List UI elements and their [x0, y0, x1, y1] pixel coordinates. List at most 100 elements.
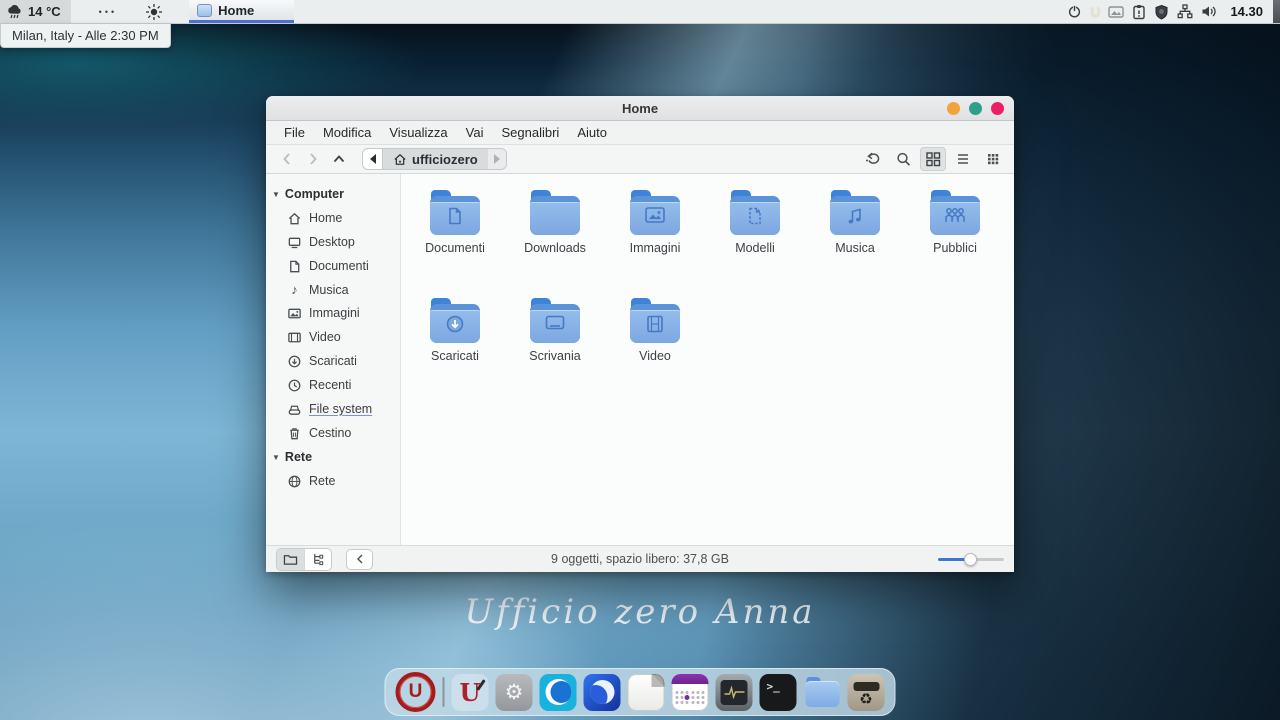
hide-sidebar-button[interactable]: [346, 549, 373, 570]
folder-icon: [530, 190, 580, 235]
power-icon[interactable]: [1067, 4, 1082, 19]
rain-cloud-icon: [6, 4, 23, 19]
file-item-immagini[interactable]: Immagini: [605, 180, 705, 288]
sidebar-item-rete[interactable]: Rete: [266, 469, 400, 493]
list-view-button[interactable]: [950, 147, 976, 171]
tree-panel-button[interactable]: [304, 549, 331, 570]
disk-icon: [287, 402, 302, 417]
ufficiozero-tray-icon[interactable]: U: [1090, 4, 1100, 20]
clipboard-tray-icon[interactable]: [1132, 4, 1146, 20]
folder-icon: [930, 190, 980, 235]
sidebar-section-computer[interactable]: ▼ Computer: [266, 182, 400, 206]
ufficiozero-launcher-icon[interactable]: U: [396, 672, 436, 712]
sidebar-item-video[interactable]: Video: [266, 325, 400, 349]
titlebar[interactable]: Home: [266, 96, 1014, 121]
menu-modifica[interactable]: Modifica: [314, 125, 380, 140]
weather-widget[interactable]: 14 °C: [0, 0, 71, 23]
menu-aiuto[interactable]: Aiuto: [568, 125, 616, 140]
panel-clock[interactable]: 14.30: [1226, 4, 1267, 19]
sidebar-item-home[interactable]: Home: [266, 206, 400, 230]
trash-dock-icon[interactable]: ♻: [848, 674, 885, 711]
brightness-button[interactable]: [131, 0, 177, 23]
folder-icon: [430, 298, 480, 343]
sidebar-item-scaricati[interactable]: Scaricati: [266, 349, 400, 373]
brightness-sun-icon: [145, 3, 163, 21]
desktop-watermark: Ufficio zero Anna: [0, 592, 1280, 632]
download-icon: [287, 354, 302, 369]
sidebar-item-file-system[interactable]: File system: [266, 397, 400, 421]
zoom-thumb[interactable]: [964, 553, 977, 566]
breadcrumb-next-button[interactable]: [488, 149, 506, 169]
document-icon: [287, 259, 302, 274]
picture-icon: [287, 306, 302, 321]
file-item-scrivania[interactable]: Scrivania: [505, 288, 605, 396]
calendar-icon[interactable]: [672, 674, 709, 711]
film-icon: [287, 330, 302, 345]
file-manager-icon[interactable]: [804, 674, 841, 711]
weather-tooltip: Milan, Italy - Alle 2:30 PM: [0, 24, 171, 48]
places-panel-button[interactable]: [277, 549, 304, 570]
sidebar: ▼ Computer Home Desktop Documenti ♪ Musi…: [266, 174, 401, 545]
network-tray-icon[interactable]: [1177, 4, 1193, 19]
settings-icon[interactable]: ⚙: [496, 674, 533, 711]
file-manager-window: Home File Modifica Visualizza Vai Segnal…: [266, 96, 1014, 572]
icon-view-button[interactable]: [920, 147, 946, 171]
file-item-musica[interactable]: Musica: [805, 180, 905, 288]
compact-view-button[interactable]: [980, 147, 1006, 171]
folder-icon: [830, 190, 880, 235]
system-monitor-icon[interactable]: [716, 674, 753, 711]
reload-button[interactable]: [860, 147, 886, 171]
file-item-video[interactable]: Video: [605, 288, 705, 396]
globe-icon: [287, 474, 302, 489]
image-viewer-tray-icon[interactable]: [1108, 5, 1124, 19]
maximize-button[interactable]: [969, 102, 982, 115]
minimize-button[interactable]: [947, 102, 960, 115]
file-item-downloads[interactable]: Downloads: [505, 180, 605, 288]
close-button[interactable]: [991, 102, 1004, 115]
browser-icon[interactable]: [540, 674, 577, 711]
mail-icon[interactable]: [584, 674, 621, 711]
sidebar-item-musica[interactable]: ♪ Musica: [266, 278, 400, 301]
zoom-slider[interactable]: [938, 552, 1004, 566]
file-item-documenti[interactable]: Documenti: [405, 180, 505, 288]
top-panel: 14 °C ••• Home U: [0, 0, 1280, 24]
file-view[interactable]: Documenti Downloads Immagini Mod: [401, 174, 1014, 545]
system-tray: U 14.30: [1067, 0, 1273, 23]
terminal-icon[interactable]: >_: [760, 674, 797, 711]
panel-edge-handle[interactable]: [1273, 0, 1280, 23]
menu-visualizza[interactable]: Visualizza: [380, 125, 456, 140]
file-item-pubblici[interactable]: Pubblici: [905, 180, 1005, 288]
folder-icon: [430, 190, 480, 235]
sidebar-item-desktop[interactable]: Desktop: [266, 230, 400, 254]
up-button[interactable]: [326, 147, 352, 171]
breadcrumb-prev-button[interactable]: [363, 149, 383, 169]
sidebar-item-cestino[interactable]: Cestino: [266, 421, 400, 445]
ufficiozero-app-icon[interactable]: U: [452, 674, 489, 711]
weather-temp: 14 °C: [28, 4, 61, 19]
breadcrumb-location[interactable]: ufficiozero: [383, 149, 488, 169]
file-item-modelli[interactable]: Modelli: [705, 180, 805, 288]
search-button[interactable]: [890, 147, 916, 171]
sidebar-item-immagini[interactable]: Immagini: [266, 301, 400, 325]
text-editor-icon[interactable]: [628, 674, 665, 711]
file-grid: Documenti Downloads Immagini Mod: [405, 180, 1005, 396]
taskbar-task-home[interactable]: Home: [189, 0, 294, 23]
volume-tray-icon[interactable]: [1201, 4, 1218, 19]
sidebar-item-documenti[interactable]: Documenti: [266, 254, 400, 278]
sidebar-section-rete[interactable]: ▼ Rete: [266, 445, 400, 469]
back-button[interactable]: [274, 147, 300, 171]
menu-segnalibri[interactable]: Segnalibri: [493, 125, 569, 140]
trash-icon: [287, 426, 302, 441]
panel-overflow-button[interactable]: •••: [71, 0, 131, 23]
shield-tray-icon[interactable]: [1154, 4, 1169, 20]
file-item-scaricati[interactable]: Scaricati: [405, 288, 505, 396]
menu-file[interactable]: File: [275, 125, 314, 140]
sidebar-item-recenti[interactable]: Recenti: [266, 373, 400, 397]
panel-toggle-group: [276, 548, 332, 571]
statusbar: 9 oggetti, spazio libero: 37,8 GB: [266, 545, 1014, 572]
task-folder-icon: [197, 4, 212, 17]
panel-spacer: [294, 0, 1067, 23]
menu-vai[interactable]: Vai: [457, 125, 493, 140]
forward-button[interactable]: [300, 147, 326, 171]
menubar: File Modifica Visualizza Vai Segnalibri …: [266, 121, 1014, 145]
